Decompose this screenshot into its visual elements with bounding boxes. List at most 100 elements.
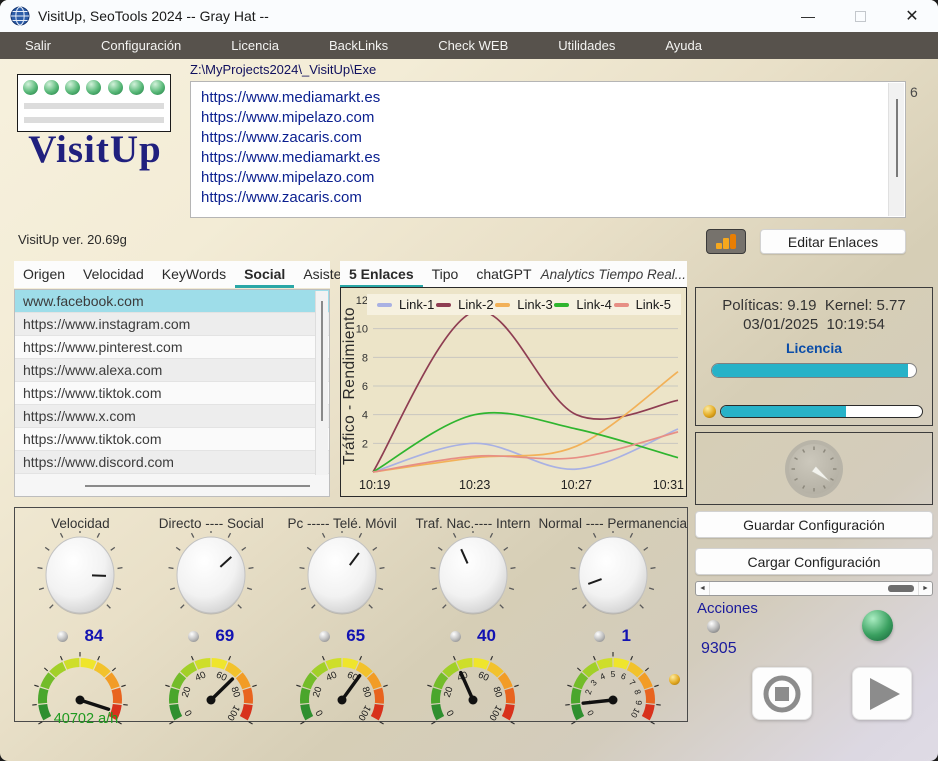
knob-dial[interactable] — [418, 531, 528, 628]
menu-item-licencia[interactable]: Licencia — [231, 38, 279, 53]
knob-dial-icon — [25, 531, 135, 623]
svg-text:40: 40 — [325, 670, 339, 684]
tab-keywords[interactable]: KeyWords — [153, 262, 235, 288]
url-list-item[interactable]: https://www.zacaris.com — [201, 128, 895, 148]
gauge: 012345678910 — [548, 646, 678, 731]
gauge: 40702 a/h — [15, 646, 145, 731]
knob-dial[interactable] — [558, 531, 668, 628]
chart-tabstrip: 5 EnlacesTipochatGPTAnalytics Tiempo Rea… — [340, 261, 687, 288]
url-list-scrollbar-thumb[interactable] — [896, 99, 898, 177]
activity-progressbar — [720, 405, 923, 418]
time-value: 10:19:54 — [827, 316, 885, 333]
svg-text:100: 100 — [225, 703, 242, 722]
scroll-left-arrow-icon[interactable]: ◄ — [696, 582, 710, 595]
svg-text:9: 9 — [633, 700, 643, 706]
gauge: 020406080100 — [277, 646, 407, 731]
tab-velocidad[interactable]: Velocidad — [74, 262, 153, 288]
analog-gauge-icon: 012345678910 — [548, 646, 678, 726]
url-list-item[interactable]: https://www.mipelazo.com — [201, 168, 895, 188]
legend-label: Link-4 — [576, 297, 611, 312]
svg-text:5: 5 — [610, 669, 615, 679]
clock-gauge-icon — [779, 436, 849, 502]
menu-item-ayuda[interactable]: Ayuda — [665, 38, 702, 53]
play-button[interactable] — [852, 667, 912, 720]
social-list-item[interactable]: https://www.pinterest.com — [15, 336, 329, 359]
logo-bar — [24, 103, 164, 109]
social-list-item[interactable]: https://www.tiktok.com — [15, 428, 329, 451]
knob-dial[interactable] — [25, 531, 135, 628]
minimize-button[interactable]: — — [782, 0, 834, 32]
social-list-item[interactable]: https://www.alexa.com — [15, 359, 329, 382]
scrollbar-thumb[interactable] — [888, 585, 914, 592]
social-list-item[interactable]: https://www.discord.com — [15, 451, 329, 474]
knob-dial-icon — [287, 531, 397, 623]
kernel-value: 5.77 — [877, 297, 906, 314]
svg-text:20: 20 — [311, 685, 325, 698]
menu-item-backlinks[interactable]: BackLinks — [329, 38, 388, 53]
menu-item-configuración[interactable]: Configuración — [101, 38, 181, 53]
svg-text:3: 3 — [588, 677, 599, 687]
mini-sphere-icon — [57, 631, 68, 642]
social-list-vscrollbar-thumb[interactable] — [321, 301, 323, 421]
url-listbox[interactable]: https://www.mediamarkt.eshttps://www.mip… — [190, 81, 906, 218]
knob-value: 65 — [346, 626, 365, 646]
tab-tipo[interactable]: Tipo — [423, 262, 468, 288]
social-list-item[interactable]: https://www.instagram.com — [15, 313, 329, 336]
url-list-item[interactable]: https://www.zacaris.com — [201, 188, 895, 208]
save-config-button[interactable]: Guardar Configuración — [695, 511, 933, 538]
legend-item: Link-1 — [377, 297, 434, 312]
tab-chatgpt[interactable]: chatGPT — [467, 262, 540, 288]
logo-dots — [23, 80, 165, 95]
knob-dial[interactable] — [287, 531, 397, 628]
url-list-item[interactable]: https://www.mipelazo.com — [201, 108, 895, 128]
knob-label: Directo ---- Social — [159, 516, 264, 531]
tab-5-enlaces[interactable]: 5 Enlaces — [340, 262, 423, 288]
svg-text:2: 2 — [582, 688, 593, 696]
svg-text:7: 7 — [627, 677, 638, 687]
scroll-right-arrow-icon[interactable]: ► — [918, 582, 932, 595]
load-config-button[interactable]: Cargar Configuración — [695, 548, 933, 575]
app-window: VisitUp, SeoTools 2024 -- Gray Hat -- — … — [0, 0, 938, 761]
analog-gauge-icon: 020406080100 — [277, 646, 407, 726]
logo-dot-icon — [23, 80, 38, 95]
svg-text:4: 4 — [598, 671, 607, 682]
analytics-realtime-label: Analytics Tiempo Real... — [541, 267, 694, 288]
clock-panel — [695, 432, 933, 505]
url-list-item[interactable]: https://www.mediamarkt.es — [201, 88, 895, 108]
social-list-item[interactable]: https://www.tiktok.com — [15, 382, 329, 405]
social-list-vscrollbar[interactable] — [315, 291, 328, 475]
social-list-hscrollbar[interactable] — [85, 485, 310, 487]
menu-item-salir[interactable]: Salir — [25, 38, 51, 53]
edit-links-button[interactable]: Editar Enlaces — [760, 229, 906, 254]
horizontal-scrollbar[interactable]: ◄ ► — [695, 581, 933, 596]
legend-color-dash — [614, 303, 629, 307]
close-button[interactable]: ✕ — [886, 0, 938, 32]
gauge: 020406080100 — [408, 646, 538, 731]
green-status-sphere — [862, 610, 893, 641]
maximize-button[interactable] — [834, 0, 886, 32]
svg-text:8: 8 — [632, 688, 643, 696]
menu-item-check-web[interactable]: Check WEB — [438, 38, 508, 53]
tab-origen[interactable]: Origen — [14, 262, 74, 288]
url-list-scrollbar[interactable] — [888, 83, 904, 216]
menu-item-utilidades[interactable]: Utilidades — [558, 38, 615, 53]
svg-text:20: 20 — [180, 685, 194, 698]
social-list-item[interactable]: www.facebook.com — [15, 290, 329, 313]
window-controls: — ✕ — [782, 0, 938, 32]
svg-text:60: 60 — [476, 670, 490, 684]
stop-icon — [760, 672, 804, 716]
url-list-item[interactable]: https://www.mediamarkt.es — [201, 148, 895, 168]
knob-value-row: 40 — [450, 626, 496, 646]
brand-title: VisitUp — [12, 127, 178, 172]
svg-text:80: 80 — [229, 685, 243, 698]
mini-sphere-icon — [450, 631, 461, 642]
svg-text:80: 80 — [360, 685, 374, 698]
stop-button[interactable] — [752, 667, 812, 720]
svg-text:10:19: 10:19 — [359, 478, 390, 492]
svg-text:60: 60 — [215, 670, 229, 684]
traffic-chart-panel: 2468101210:1910:2310:2710:31Tráfico - Re… — [340, 287, 687, 497]
analytics-button[interactable] — [706, 229, 746, 254]
knob-dial[interactable] — [156, 531, 266, 628]
social-list-item[interactable]: https://www.x.com — [15, 405, 329, 428]
tab-social[interactable]: Social — [235, 262, 294, 288]
